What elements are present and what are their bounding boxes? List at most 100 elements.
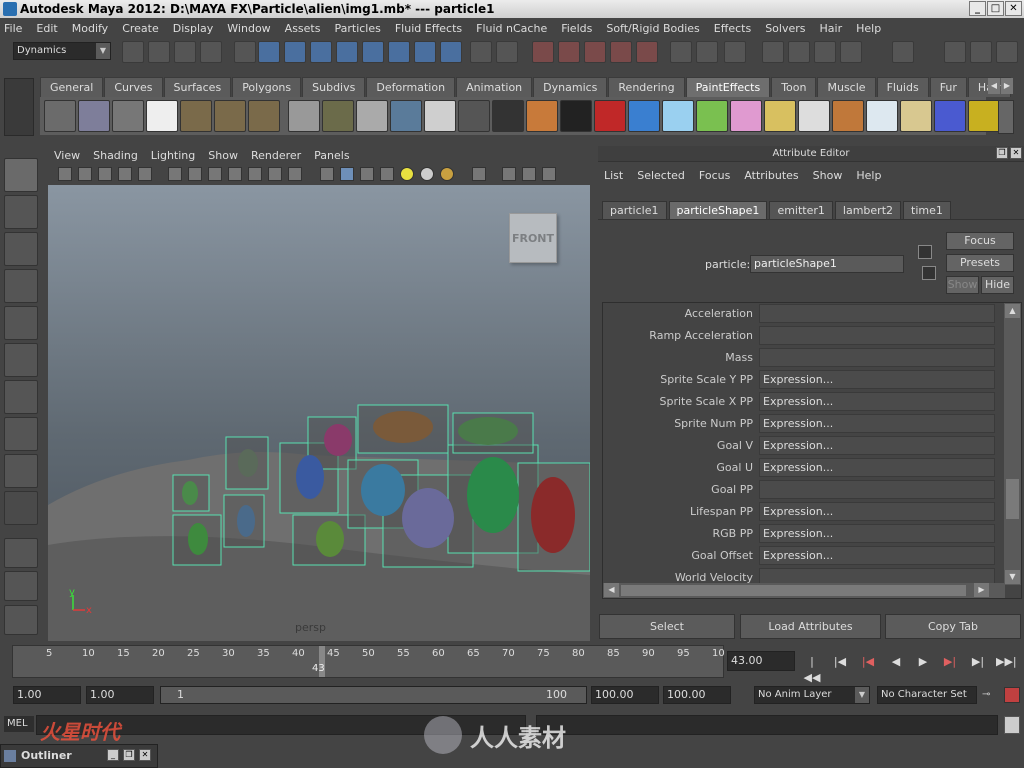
input-box-icon[interactable] <box>892 41 914 63</box>
ae-menu-focus[interactable]: Focus <box>699 169 730 182</box>
neon-brush-icon[interactable] <box>934 100 966 132</box>
shelf-tab-surfaces[interactable]: Surfaces <box>163 77 232 97</box>
show-manipulator-icon[interactable] <box>4 454 38 488</box>
safe-action-icon[interactable] <box>268 167 282 181</box>
make-live-icon[interactable] <box>636 41 658 63</box>
shelf-tab-painteffects[interactable]: PaintEffects <box>685 77 771 97</box>
select-joint-icon[interactable] <box>284 41 306 63</box>
step-forward-frame-icon[interactable]: ▶| <box>969 654 987 670</box>
select-object-icon[interactable] <box>174 41 196 63</box>
scroll-right-icon[interactable]: ▶ <box>974 583 989 597</box>
attr-field[interactable]: Expression... <box>759 458 995 477</box>
blue-paint-icon[interactable] <box>628 100 660 132</box>
shelf-tab-polygons[interactable]: Polygons <box>232 77 302 97</box>
menu-assets[interactable]: Assets <box>285 22 321 35</box>
panel-menu-show[interactable]: Show <box>208 149 238 162</box>
select-handle-icon[interactable] <box>258 41 280 63</box>
attr-field[interactable]: Expression... <box>759 546 995 565</box>
output-connections-icon[interactable] <box>696 41 718 63</box>
snap-point-icon[interactable] <box>584 41 606 63</box>
snap-curve-icon[interactable] <box>558 41 580 63</box>
safe-title-icon[interactable] <box>288 167 302 181</box>
menu-effects[interactable]: Effects <box>714 22 751 35</box>
shelf-options-icon[interactable] <box>4 78 34 136</box>
wire-brush-icon[interactable] <box>866 100 898 132</box>
xray-icon[interactable] <box>502 167 516 181</box>
restore-icon[interactable]: ❐ <box>123 749 135 761</box>
paint-bucket-icon[interactable] <box>112 100 144 132</box>
anim-layer-dropdown[interactable]: No Anim Layer ▼ <box>754 686 870 704</box>
menu-window[interactable]: Window <box>227 22 270 35</box>
texture-brush-icon[interactable] <box>798 100 830 132</box>
focus-button[interactable]: Focus <box>946 232 1014 250</box>
outliner-layout-icon[interactable] <box>4 605 38 635</box>
select-deformer-icon[interactable] <box>362 41 384 63</box>
shelf-tab-toon[interactable]: Toon <box>771 77 817 97</box>
close-icon[interactable]: ✕ <box>139 749 151 761</box>
isolate-select-icon[interactable] <box>472 167 486 181</box>
move-tool-icon[interactable] <box>4 269 38 303</box>
paint-select-tool-icon[interactable] <box>4 232 38 266</box>
teapot-icon[interactable] <box>288 100 320 132</box>
select-component-icon[interactable] <box>200 41 222 63</box>
scroll-thumb[interactable] <box>621 585 966 596</box>
gold-swirl-brush-icon[interactable] <box>968 100 1000 132</box>
highlight-selection-icon[interactable] <box>496 41 518 63</box>
light-rays-brush-icon[interactable] <box>764 100 796 132</box>
shelf-tab-fluids[interactable]: Fluids <box>876 77 929 97</box>
close-button[interactable]: ✕ <box>1005 1 1022 16</box>
scissors-icon[interactable] <box>458 100 490 132</box>
attr-field[interactable] <box>759 326 995 345</box>
menu-help[interactable]: Help <box>856 22 881 35</box>
shelf-tab-fur[interactable]: Fur <box>929 77 967 97</box>
shadows-icon[interactable] <box>420 167 434 181</box>
minimize-button[interactable]: _ <box>969 1 986 16</box>
lasso-tool-icon[interactable] <box>4 195 38 229</box>
construction-history-icon[interactable] <box>724 41 746 63</box>
menu-soft-rigid-bodies[interactable]: Soft/Rigid Bodies <box>606 22 699 35</box>
show-button[interactable]: Show <box>946 276 979 294</box>
play-forwards-icon[interactable]: ▶ <box>914 654 932 670</box>
clouds-brush-icon[interactable] <box>356 100 388 132</box>
grease-pencil-icon[interactable] <box>138 167 152 181</box>
ae-menu-selected[interactable]: Selected <box>637 169 685 182</box>
single-perspective-layout-icon[interactable] <box>4 538 38 568</box>
lightbulb-icon[interactable] <box>424 100 456 132</box>
render-settings-icon[interactable] <box>840 41 862 63</box>
smooth-shade-icon[interactable] <box>340 167 354 181</box>
attribute-vertical-scrollbar[interactable]: ▲ ▼ <box>1004 303 1021 585</box>
menu-create[interactable]: Create <box>122 22 159 35</box>
load-attributes-button[interactable]: Load Attributes <box>740 614 881 639</box>
attribute-editor-toggle-icon[interactable] <box>944 41 966 63</box>
ae-tab-particle1[interactable]: particle1 <box>602 201 667 219</box>
hide-button[interactable]: Hide <box>981 276 1014 294</box>
scroll-up-icon[interactable]: ▲ <box>1005 304 1020 318</box>
ae-tab-lambert2[interactable]: lambert2 <box>834 201 902 219</box>
float-panel-icon[interactable]: ❐ <box>996 147 1008 159</box>
template-brush-icon[interactable] <box>78 100 110 132</box>
shelf-tab-deformation[interactable]: Deformation <box>366 77 456 97</box>
ae-menu-show[interactable]: Show <box>813 169 843 182</box>
menu-file[interactable]: File <box>4 22 22 35</box>
use-all-lights-icon[interactable] <box>400 167 414 181</box>
attr-field[interactable] <box>759 480 995 499</box>
scale-tool-icon[interactable] <box>4 343 38 377</box>
xray-components-icon[interactable] <box>542 167 556 181</box>
snap-grid-icon[interactable] <box>532 41 554 63</box>
attr-field[interactable]: Expression... <box>759 436 995 455</box>
oil-brush-icon[interactable] <box>526 100 558 132</box>
select-curve-icon[interactable] <box>310 41 332 63</box>
attr-field[interactable]: Expression... <box>759 392 995 411</box>
select-tool-icon[interactable] <box>4 158 38 192</box>
charcoal-brush-icon[interactable] <box>492 100 524 132</box>
ae-tab-particleshape1[interactable]: particleShape1 <box>668 201 768 219</box>
visor-icon[interactable] <box>146 100 178 132</box>
close-panel-icon[interactable]: ✕ <box>1010 147 1022 159</box>
channel-box-toggle-icon[interactable] <box>996 41 1018 63</box>
resolution-gate-icon[interactable] <box>208 167 222 181</box>
playback-start-field[interactable]: 1.00 <box>86 686 154 704</box>
bubbles-brush-icon[interactable] <box>662 100 694 132</box>
render-frame-icon[interactable] <box>788 41 810 63</box>
shelf-tab-general[interactable]: General <box>40 77 104 97</box>
egg-brush-icon[interactable] <box>900 100 932 132</box>
